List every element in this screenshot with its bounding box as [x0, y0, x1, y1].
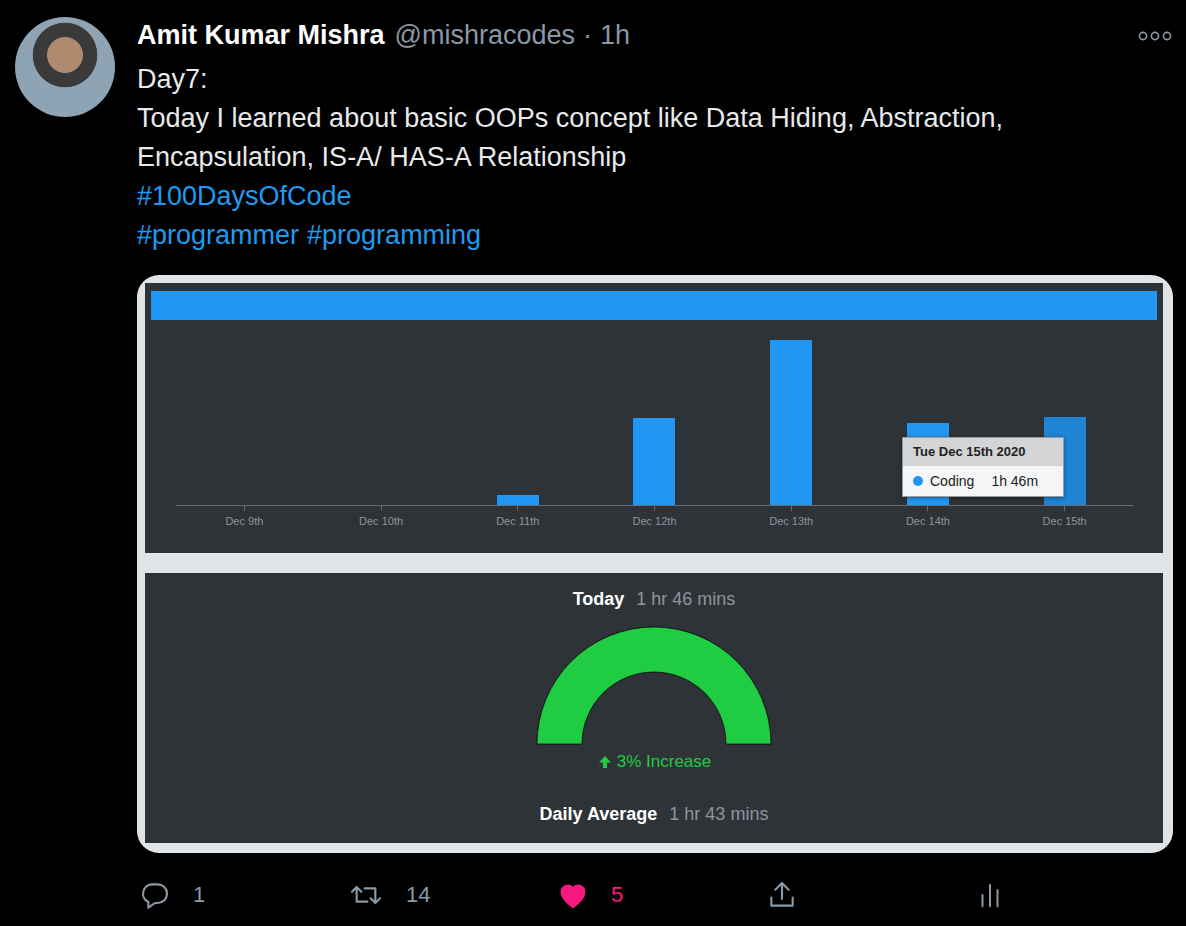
chart-panel: Tue Dec 15th 2020 Coding 1h 46m Dec 9th … [145, 283, 1163, 553]
like-button[interactable]: 5 [555, 879, 764, 911]
bar[interactable] [633, 418, 675, 505]
media-card[interactable]: Tue Dec 15th 2020 Coding 1h 46m Dec 9th … [137, 275, 1173, 853]
retweet-icon [348, 879, 384, 911]
analytics-icon [975, 879, 1005, 911]
daily-average-stat: Daily Average 1 hr 43 mins [540, 802, 769, 826]
separator: · [583, 16, 592, 55]
today-stat: Today 1 hr 46 mins [573, 587, 736, 611]
x-axis-labels: Dec 9th Dec 10th Dec 11th Dec 12th Dec 1… [176, 506, 1133, 527]
text-line: Day7: [137, 60, 1173, 99]
tooltip-body: Coding 1h 46m [903, 466, 1063, 496]
bar-chart: Tue Dec 15th 2020 Coding 1h 46m [176, 320, 1133, 505]
tweet-body: Amit Kumar Mishra @mishracodes · 1h Day7… [137, 16, 1173, 926]
x-tick: Dec 9th [176, 506, 313, 527]
reply-count: 1 [193, 882, 205, 908]
arrow-up-icon [597, 754, 613, 770]
retweet-button[interactable]: 14 [346, 879, 555, 911]
tooltip-value: 1h 46m [991, 473, 1038, 489]
bar-column [313, 320, 450, 505]
tweet: Amit Kumar Mishra @mishracodes · 1h Day7… [0, 0, 1186, 926]
reply-button[interactable]: 1 [137, 879, 346, 911]
gauge-meter [534, 625, 774, 747]
retweet-count: 14 [406, 882, 430, 908]
more-icon[interactable] [1138, 29, 1172, 43]
bar-column [176, 320, 313, 505]
author-name[interactable]: Amit Kumar Mishra [137, 16, 385, 55]
bar-column [586, 320, 723, 505]
tweet-time[interactable]: 1h [600, 16, 630, 55]
author-handle[interactable]: @mishracodes [395, 16, 575, 55]
x-tick: Dec 13th [723, 506, 860, 527]
hashtag[interactable]: #100DaysOfCode [137, 177, 352, 216]
hashtag[interactable]: #programming [307, 216, 481, 255]
change-indicator: 3% Increase [597, 752, 712, 772]
tooltip-series: Coding [930, 473, 974, 489]
reply-icon [139, 879, 171, 911]
x-tick: Dec 10th [313, 506, 450, 527]
legend-bar [151, 291, 1157, 320]
bar-column [723, 320, 860, 505]
chart-tooltip: Tue Dec 15th 2020 Coding 1h 46m [902, 437, 1064, 497]
hashtag[interactable]: #programmer [137, 216, 299, 255]
series-dot [913, 476, 923, 486]
tweet-text: Day7:Today I learned about basic OOPs co… [137, 60, 1173, 255]
bar[interactable] [770, 340, 812, 505]
heart-icon [557, 879, 589, 911]
avatar-image[interactable] [15, 17, 115, 117]
like-count: 5 [611, 882, 623, 908]
x-tick: Dec 15th [996, 506, 1133, 527]
x-tick: Dec 12th [586, 506, 723, 527]
bar[interactable] [497, 495, 539, 505]
text-line: Encapsulation, IS-A/ HAS-A Relationship [137, 138, 1173, 177]
share-button[interactable] [764, 879, 973, 911]
text-line: Today I learned about basic OOPs concept… [137, 99, 1173, 138]
hashtag-line: #programmer#programming [137, 216, 1173, 255]
hashtag-line: #100DaysOfCode [137, 177, 1173, 216]
summary-panel: Today 1 hr 46 mins 3% Increase Daily Ave… [145, 573, 1163, 843]
tweet-header: Amit Kumar Mishra @mishracodes · 1h [137, 16, 1173, 55]
x-tick: Dec 11th [449, 506, 586, 527]
action-bar: 1 14 5 [137, 877, 1173, 913]
analytics-button[interactable] [973, 879, 1182, 911]
share-icon [766, 879, 798, 911]
bar-column [449, 320, 586, 505]
x-tick: Dec 14th [860, 506, 997, 527]
tooltip-title: Tue Dec 15th 2020 [903, 438, 1063, 466]
